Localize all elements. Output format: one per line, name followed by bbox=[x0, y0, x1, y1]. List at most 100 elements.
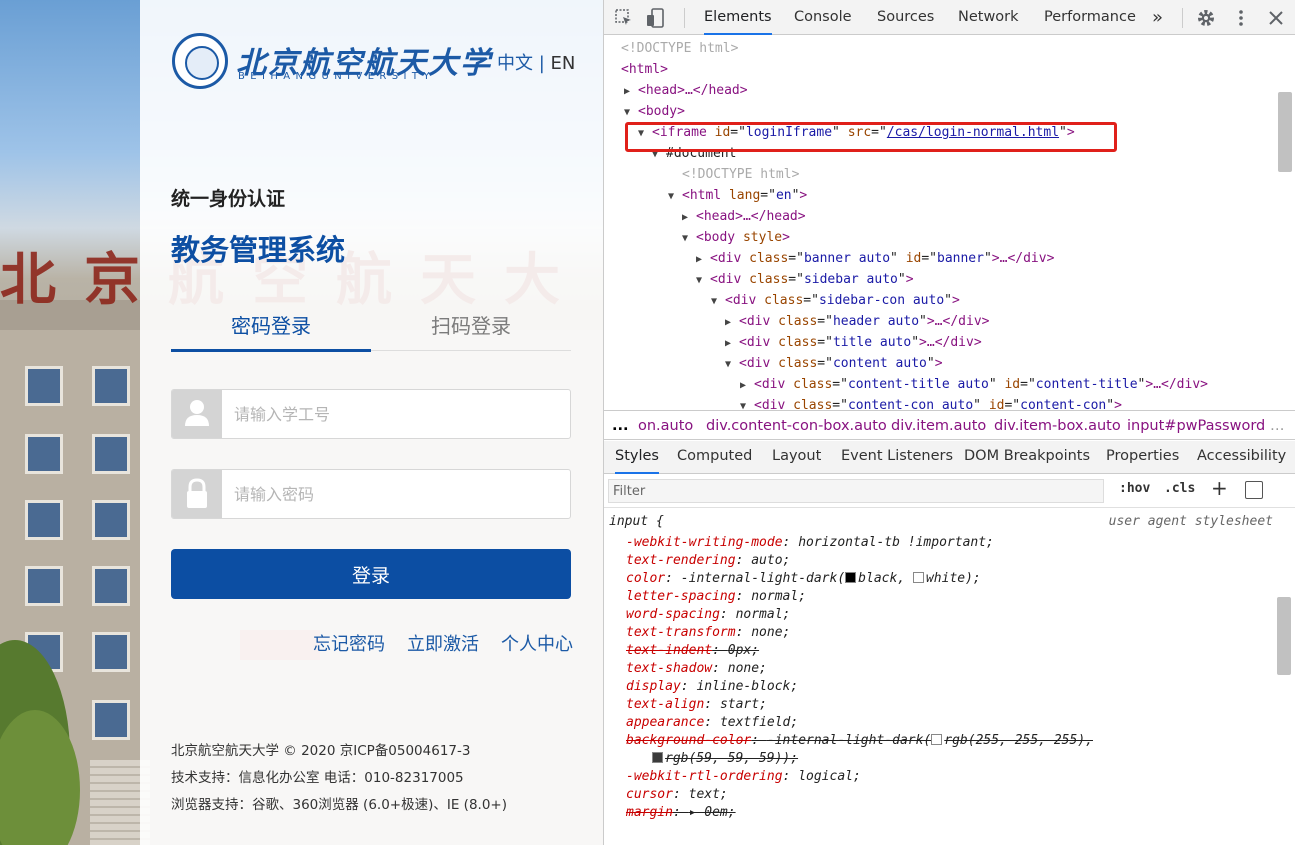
tab-elements[interactable]: Elements bbox=[704, 0, 772, 35]
inspect-element-icon[interactable] bbox=[614, 8, 634, 28]
css-property-value[interactable]: normal; bbox=[751, 589, 806, 604]
settings-gear-icon[interactable] bbox=[1196, 8, 1216, 28]
css-property-value[interactable]: -internal-light-dark(rgb(255, 255, 255), bbox=[767, 733, 1093, 748]
dom-node-content-title[interactable]: ▶ <div class="content-title auto" id="con… bbox=[740, 374, 1208, 395]
hover-state-toggle[interactable]: :hov bbox=[1119, 481, 1150, 496]
dom-node-doctype[interactable]: <!DOCTYPE html> bbox=[621, 38, 738, 59]
color-swatch-icon[interactable] bbox=[845, 572, 857, 583]
kebab-menu-icon[interactable] bbox=[1231, 8, 1251, 28]
css-property-value[interactable]: logical; bbox=[798, 769, 861, 784]
dom-node-doctype-inner[interactable]: <!DOCTYPE html> bbox=[682, 164, 799, 185]
login-button[interactable]: 登录 bbox=[171, 549, 571, 599]
css-property-value[interactable]: horizontal-tb !important; bbox=[798, 535, 994, 550]
more-tabs-chevron-icon[interactable]: » bbox=[1152, 0, 1163, 35]
dom-node-body[interactable]: ▼ <body> bbox=[624, 101, 685, 122]
dom-node-banner[interactable]: ▶ <div class="banner auto" id="banner">…<… bbox=[696, 248, 1054, 269]
css-property-name[interactable]: word-spacing bbox=[626, 607, 720, 622]
username-input[interactable] bbox=[234, 390, 554, 438]
breadcrumb-item[interactable]: div.content-con-box.auto bbox=[706, 411, 887, 441]
styles-filter-input[interactable] bbox=[608, 479, 1104, 503]
css-property-line[interactable]: display: inline-block; bbox=[626, 678, 798, 696]
css-property-value[interactable]: none; bbox=[728, 661, 767, 676]
css-property-value[interactable]: 0px; bbox=[728, 643, 759, 658]
color-swatch-icon[interactable] bbox=[912, 572, 924, 583]
css-property-value[interactable]: none; bbox=[751, 625, 790, 640]
css-property-value[interactable]: -internal-light-dark(black, white); bbox=[681, 571, 981, 586]
dom-node-html-inner[interactable]: ▼ <html lang="en"> bbox=[668, 185, 807, 206]
breadcrumb-item[interactable]: on.auto bbox=[638, 411, 693, 441]
tab-sources[interactable]: Sources bbox=[877, 0, 934, 35]
css-property-line[interactable]: text-indent: 0px; bbox=[626, 642, 759, 660]
tab-qrcode-login[interactable]: 扫码登录 bbox=[371, 312, 571, 351]
css-property-name[interactable]: margin bbox=[626, 805, 673, 820]
css-property-name[interactable]: display bbox=[626, 679, 681, 694]
lang-english-link[interactable]: EN bbox=[551, 53, 576, 74]
tab-password-login[interactable]: 密码登录 bbox=[171, 312, 371, 352]
tab-computed[interactable]: Computed bbox=[677, 441, 752, 474]
tab-dom-breakpoints[interactable]: DOM Breakpoints bbox=[964, 441, 1090, 474]
dom-node-head[interactable]: ▶ <head>…</head> bbox=[624, 80, 748, 101]
css-property-name[interactable]: background-color bbox=[626, 733, 751, 748]
breadcrumb-active[interactable]: input#pwPassword bbox=[1127, 411, 1265, 441]
lang-chinese-link[interactable]: 中文 bbox=[497, 53, 533, 74]
dom-node-body-inner[interactable]: ▼ <body style> bbox=[682, 227, 790, 248]
css-property-line[interactable]: -webkit-rtl-ordering: logical; bbox=[626, 768, 861, 786]
css-property-value[interactable]: normal; bbox=[736, 607, 791, 622]
dom-node-sidebar-con[interactable]: ▼ <div class="sidebar-con auto"> bbox=[711, 290, 960, 311]
css-property-name[interactable]: text-indent bbox=[626, 643, 712, 658]
toggle-sidebar-icon[interactable] bbox=[1245, 481, 1263, 499]
css-property-line[interactable]: background-color: -internal-light-dark(r… bbox=[626, 732, 1093, 750]
css-property-line[interactable]: margin: ▸ 0em; bbox=[626, 804, 736, 822]
dom-node-content-con[interactable]: ▼ <div class="content-con auto" id="conte… bbox=[740, 395, 1122, 410]
activate-now-link[interactable]: 立即激活 bbox=[407, 630, 479, 656]
css-property-line[interactable]: cursor: text; bbox=[626, 786, 728, 804]
css-property-line[interactable]: -webkit-writing-mode: horizontal-tb !imp… bbox=[626, 534, 994, 552]
css-property-name[interactable]: text-align bbox=[626, 697, 704, 712]
css-property-line[interactable]: letter-spacing: normal; bbox=[626, 588, 806, 606]
breadcrumb-overflow-end[interactable]: … bbox=[1270, 411, 1285, 441]
tab-network[interactable]: Network bbox=[958, 0, 1019, 35]
css-property-line[interactable]: text-align: start; bbox=[626, 696, 767, 714]
dom-tree-scrollbar[interactable] bbox=[1278, 92, 1292, 172]
css-property-name[interactable]: cursor bbox=[626, 787, 673, 802]
css-property-line-continued[interactable]: rgb(59, 59, 59)); bbox=[652, 750, 798, 768]
forgot-password-link[interactable]: 忘记密码 bbox=[313, 630, 385, 656]
css-property-value[interactable]: textfield; bbox=[720, 715, 798, 730]
css-property-name[interactable]: letter-spacing bbox=[626, 589, 736, 604]
device-toolbar-icon[interactable] bbox=[646, 8, 666, 28]
css-property-line[interactable]: text-transform: none; bbox=[626, 624, 790, 642]
tab-console[interactable]: Console bbox=[794, 0, 852, 35]
dom-node-head-inner[interactable]: ▶ <head>…</head> bbox=[682, 206, 806, 227]
css-property-value[interactable]: inline-block; bbox=[696, 679, 798, 694]
breadcrumb-overflow[interactable]: ... bbox=[612, 411, 629, 441]
css-property-name[interactable]: appearance bbox=[626, 715, 704, 730]
tab-styles[interactable]: Styles bbox=[615, 441, 659, 474]
dom-node-title[interactable]: ▶ <div class="title auto">…</div> bbox=[725, 332, 982, 353]
dom-node-content[interactable]: ▼ <div class="content auto"> bbox=[725, 353, 943, 374]
css-property-name[interactable]: text-rendering bbox=[626, 553, 736, 568]
css-property-line[interactable]: word-spacing: normal; bbox=[626, 606, 790, 624]
css-property-name[interactable]: -webkit-writing-mode bbox=[626, 535, 783, 550]
styles-scrollbar[interactable] bbox=[1277, 597, 1291, 675]
css-property-value[interactable]: ▸ 0em; bbox=[689, 805, 736, 820]
class-toggle[interactable]: .cls bbox=[1164, 481, 1195, 496]
new-style-rule-button[interactable]: + bbox=[1211, 476, 1228, 500]
css-property-name[interactable]: color bbox=[626, 571, 665, 586]
css-property-value[interactable]: start; bbox=[720, 697, 767, 712]
css-property-name[interactable]: text-shadow bbox=[626, 661, 712, 676]
dom-node-html[interactable]: <html> bbox=[621, 59, 668, 80]
css-property-line[interactable]: text-shadow: none; bbox=[626, 660, 767, 678]
tab-properties[interactable]: Properties bbox=[1106, 441, 1179, 474]
dom-node-sidebar[interactable]: ▼ <div class="sidebar auto"> bbox=[696, 269, 914, 290]
personal-center-link[interactable]: 个人中心 bbox=[501, 630, 573, 656]
css-property-line[interactable]: color: -internal-light-dark(black, white… bbox=[626, 570, 981, 588]
css-property-value[interactable]: text; bbox=[689, 787, 728, 802]
color-swatch-icon[interactable] bbox=[652, 752, 663, 763]
css-property-line[interactable]: appearance: textfield; bbox=[626, 714, 798, 732]
password-input[interactable] bbox=[234, 470, 554, 518]
breadcrumb-item[interactable]: div.item-box.auto bbox=[994, 411, 1121, 441]
css-property-line[interactable]: text-rendering: auto; bbox=[626, 552, 790, 570]
close-icon[interactable] bbox=[1266, 8, 1286, 28]
dom-node-header[interactable]: ▶ <div class="header auto">…</div> bbox=[725, 311, 989, 332]
tab-accessibility[interactable]: Accessibility bbox=[1197, 441, 1286, 474]
